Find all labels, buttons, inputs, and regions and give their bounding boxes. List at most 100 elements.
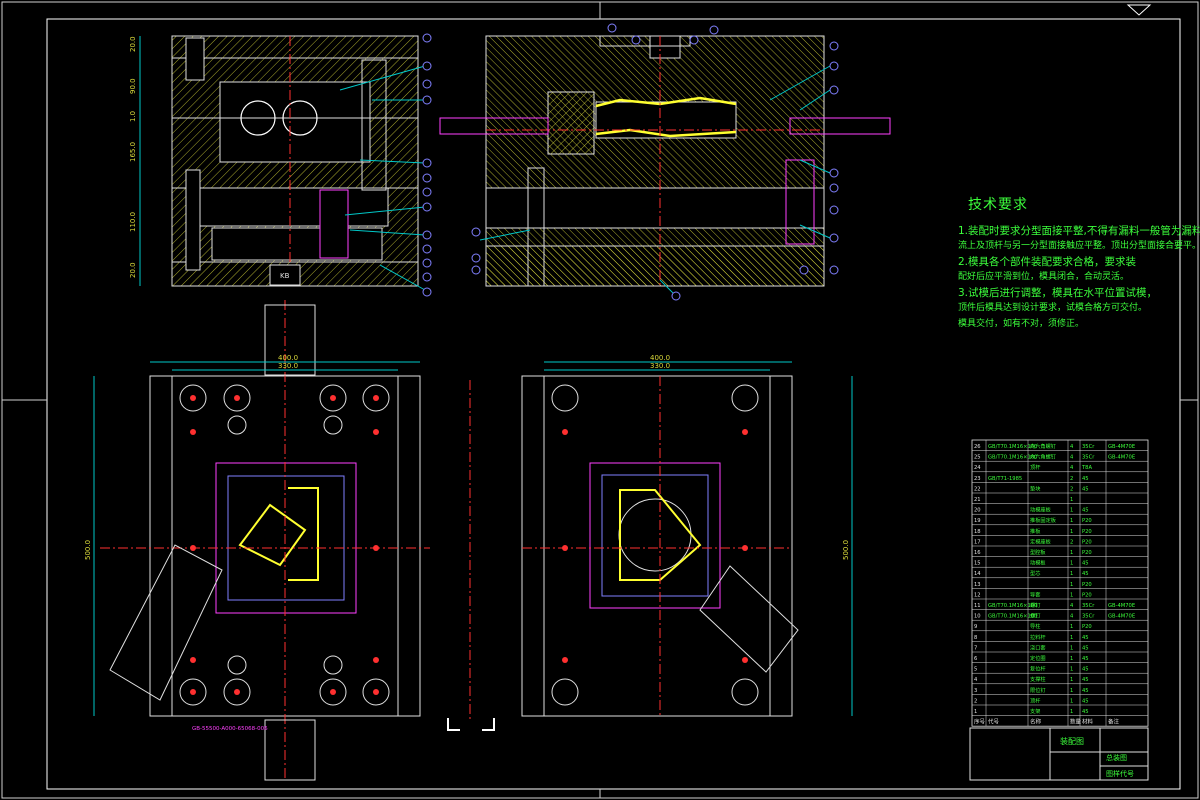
bom-cell: 1 (1070, 688, 1073, 694)
bom-cell: 定位圈 (1030, 654, 1046, 662)
bom-cell: 45 (1082, 486, 1089, 492)
bom-header-cell: 备注 (1108, 718, 1120, 726)
tech-line-5: 3.试模后进行调整，模具在水平位置试模， (958, 286, 1158, 299)
bom-cell: 4 (974, 677, 978, 683)
bom-cell: 定模座板 (1030, 537, 1052, 545)
tech-line-7: 模具交付，如有不对，须修正。 (958, 318, 1085, 329)
bom-cell: 45 (1082, 571, 1089, 577)
title-block-name: 装配图 (1060, 736, 1084, 746)
bom-cell: 25 (974, 455, 981, 461)
bom-cell: 35Cr (1082, 614, 1095, 620)
bom-cell: 11 (974, 603, 981, 609)
label-kb: KB (280, 272, 290, 280)
bom-cell: 4 (1070, 603, 1074, 609)
dim-br-width-inner: 330.0 (650, 362, 670, 370)
bom-cell: 2 (1070, 476, 1073, 482)
dim-1: 20.0 (129, 36, 137, 52)
bom-cell: P20 (1082, 539, 1092, 545)
bom-cell: P20 (1082, 550, 1092, 556)
bom-cell: GB-4M70E (1108, 614, 1135, 620)
tech-line-2: 流上及顶杆与另一分型面接触应平整。顶出分型面接合要平。 (958, 241, 1200, 251)
bom-cell: P20 (1082, 518, 1092, 524)
title-block-designer: 总装图 (1106, 753, 1127, 762)
bom-cell: 17 (974, 539, 981, 545)
bom-cell: 10 (974, 614, 981, 620)
bom-cell: 1 (1070, 582, 1073, 588)
bom-cell: 35Cr (1082, 455, 1095, 461)
bom-cell: 型芯 (1030, 569, 1040, 577)
bom-cell: 1 (1070, 709, 1073, 715)
bom-header-cell: 名称 (1030, 718, 1042, 726)
bom-header-cell: 数量 (1070, 718, 1082, 726)
bom-cell: 4 (1070, 465, 1074, 471)
bom-cell: 1 (1070, 698, 1073, 704)
bom-cell: 21 (974, 497, 981, 503)
title-block-drawing-no: 图样代号 (1106, 769, 1134, 778)
bom-cell: 45 (1082, 476, 1089, 482)
tech-line-1: 1.装配时要求分型面接平整,不得有漏料一般管为漏料。 (958, 224, 1200, 237)
bom-cell: 45 (1082, 561, 1089, 567)
bom-cell: 2 (1070, 486, 1073, 492)
bom-cell: 型腔板 (1030, 548, 1046, 556)
bom-cell: GB-4M70E (1108, 455, 1135, 461)
bom-cell: 动模板 (1030, 559, 1046, 567)
bom-cell: 1 (1070, 624, 1073, 630)
tech-line-4: 配好后应平滑到位，模具闭合，合动灵活。 (958, 272, 1130, 282)
bom-cell: 35Cr (1082, 444, 1095, 450)
bom-cell: 35Cr (1082, 603, 1095, 609)
bom-cell: 支架 (1030, 707, 1040, 715)
dim-3: 1.0 (129, 111, 137, 122)
tech-line-6: 顶件后模具达到设计要求，试模合格方可交付。 (958, 303, 1148, 313)
bom-cell: 45 (1082, 656, 1089, 662)
bom-cell: 1 (1070, 508, 1073, 514)
bom-cell: 45 (1082, 709, 1089, 715)
bom-cell: 4 (1070, 614, 1074, 620)
bom-cell: GB-4M70E (1108, 444, 1135, 450)
bom-cell: 12 (974, 592, 981, 598)
dim-4: 165.0 (129, 142, 137, 162)
bom-cell: 22 (974, 486, 981, 492)
bom-cell: 导套 (1030, 590, 1041, 598)
bom-cell: 动模座板 (1030, 506, 1052, 514)
dim-bl-height: 500.0 (84, 540, 92, 560)
bom-cell: GB-4M70E (1108, 603, 1135, 609)
dim-bl-width-outer: 400.0 (278, 354, 298, 362)
bom-cell: 26 (974, 444, 981, 450)
bom-cell: 内六角螺钉 (1030, 453, 1056, 461)
bom-header-cell: 序号 (974, 718, 986, 726)
bom-cell: 19 (974, 518, 981, 524)
bom-cell: 导柱 (1030, 622, 1040, 630)
bom-cell: 45 (1082, 688, 1089, 694)
bom-cell: 4 (1070, 455, 1074, 461)
bom-cell: 23 (974, 476, 981, 482)
technical-requirements: 技术要求 1.装配时要求分型面接平整,不得有漏料一般管为漏料。 流上及顶杆与另一… (958, 197, 1200, 332)
bom-cell: 1 (1070, 635, 1073, 641)
section-view-right (439, 23, 891, 301)
bom-cell: 1 (1070, 677, 1073, 683)
bom-cell: 2 (1070, 539, 1073, 545)
bom-cell: 1 (1070, 656, 1073, 662)
dim-br-height: 500.0 (842, 540, 850, 560)
bom-cell: 螺钉 (1030, 612, 1040, 620)
bom-cell: 14 (974, 571, 981, 577)
bom-cell: 1 (1070, 592, 1073, 598)
bom-cell: 9 (974, 624, 977, 630)
bom-cell: 4 (1070, 444, 1074, 450)
bom-cell: T8A (1081, 465, 1092, 471)
bom-cell: 2 (974, 698, 977, 704)
bom-cell: P20 (1082, 624, 1092, 630)
dim-6: 20.0 (129, 262, 137, 278)
bom-cell: 16 (974, 550, 981, 556)
bom-cell: 45 (1082, 677, 1089, 683)
bom-cell: 限位钉 (1030, 686, 1046, 694)
dim-2: 90.0 (129, 78, 137, 94)
bom-cell: 螺钉 (1030, 601, 1040, 609)
bom-cell: 推板固定板 (1030, 516, 1057, 524)
bom-cell: 45 (1082, 635, 1089, 641)
bom-cell: 5 (974, 667, 977, 673)
bom-cell: 24 (974, 465, 981, 471)
bom-table: 26 GB/T70.1M16×100内六角螺钉 4 35Cr GB-4M70E25 GB/… (971, 439, 1149, 727)
bom-cell: 18 (974, 529, 981, 535)
bom-cell: 复位杆 (1030, 665, 1046, 673)
bom-cell: 45 (1082, 667, 1089, 673)
